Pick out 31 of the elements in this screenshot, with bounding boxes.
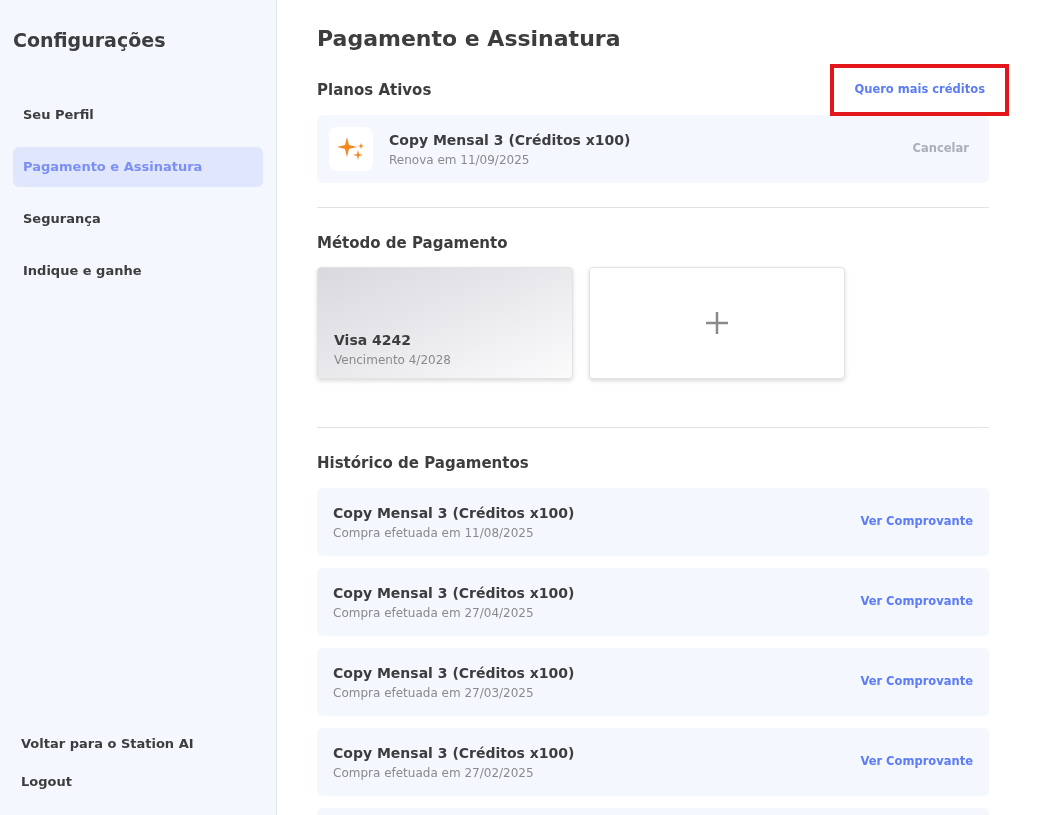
receipt-link[interactable]: Ver Comprovante	[860, 513, 973, 531]
payment-date: Compra efetuada em 11/08/2025	[333, 524, 535, 542]
plan-renewal: Renova em 11/09/2025	[389, 151, 531, 169]
payment-card[interactable]: Visa 4242 Vencimento 4/2028	[317, 266, 573, 379]
page-title: Pagamento e Assinatura	[317, 25, 622, 53]
payment-name: Copy Mensal 3 (Créditos x100)	[333, 743, 576, 763]
add-card-button[interactable]	[589, 266, 845, 379]
plus-icon	[706, 311, 728, 334]
payment-date: Compra efetuada em 27/02/2025	[333, 764, 535, 782]
payment-name: Copy Mensal 3 (Créditos x100)	[333, 663, 576, 683]
section-heading: Método de Pagamento	[317, 233, 509, 254]
receipt-link[interactable]: Ver Comprovante	[860, 753, 973, 771]
payment-date: Compra efetuada em 27/04/2025	[333, 604, 535, 622]
sidebar-item[interactable]: Indique e ganhe	[13, 250, 263, 291]
receipt-link[interactable]: Ver Comprovante	[860, 673, 973, 691]
payment-name: Copy Mensal 3 (Créditos x100)	[333, 503, 576, 523]
card-name: Visa 4242	[334, 330, 412, 350]
section-heading: Histórico de Pagamentos	[317, 452, 530, 474]
receipt-link[interactable]: Ver Comprovante	[860, 593, 973, 611]
section-heading: Planos Ativos	[317, 79, 432, 101]
sidebar-title: Configurações	[13, 28, 167, 53]
card-expiry: Vencimento 4/2028	[334, 351, 452, 369]
more-credits-link[interactable]: Quero mais créditos	[854, 81, 985, 99]
sidebar-link[interactable]: Voltar para o Station AI	[21, 734, 255, 754]
plan-name: Copy Mensal 3 (Créditos x100)	[389, 130, 632, 150]
payment-date: Compra efetuada em 27/03/2025	[333, 684, 535, 702]
sidebar-item[interactable]: Pagamento e Assinatura	[13, 146, 263, 187]
sidebar-link[interactable]: Logout	[21, 771, 255, 791]
sidebar-item[interactable]: Segurança	[13, 198, 263, 239]
sidebar-item[interactable]: Seu Perfil	[13, 94, 263, 135]
payment-name: Copy Mensal 3 (Créditos x100)	[333, 583, 576, 603]
